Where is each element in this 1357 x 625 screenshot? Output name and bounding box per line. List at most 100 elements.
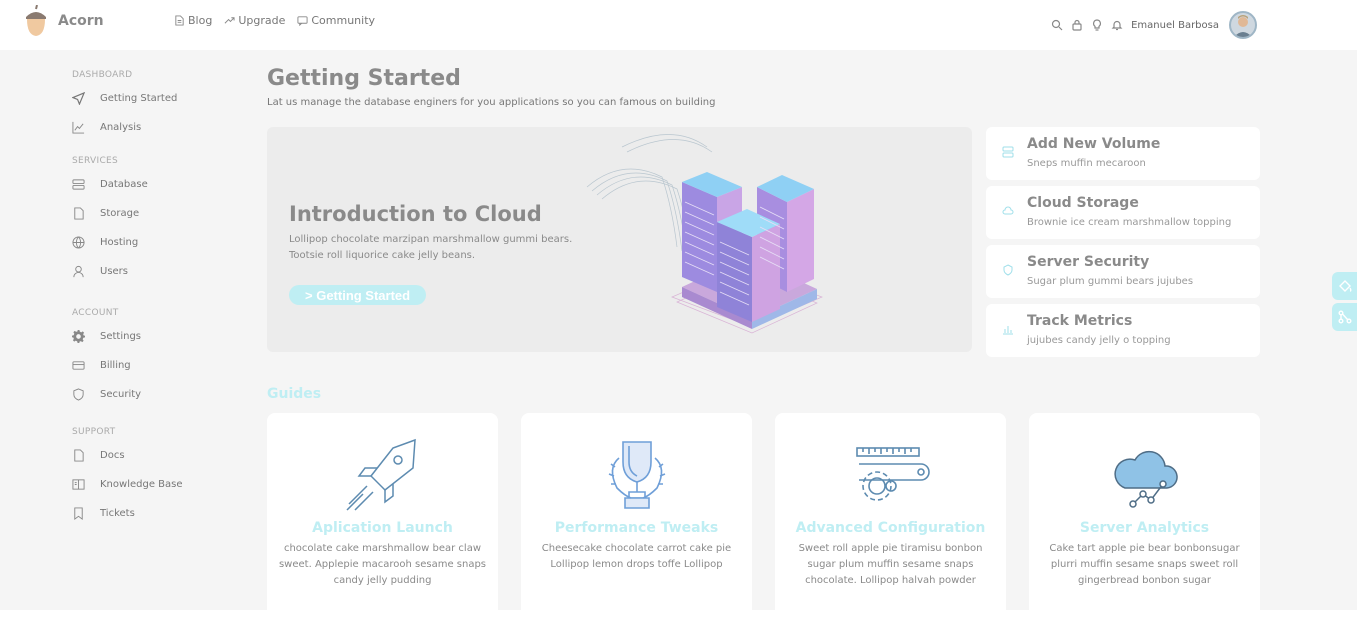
rocket-icon <box>346 438 416 511</box>
gear-icon <box>72 330 85 343</box>
bar-chart-icon <box>1003 326 1013 335</box>
sidebar-item-getting-started[interactable]: Getting Started <box>72 84 242 113</box>
nav-blog[interactable]: Blog <box>174 14 212 27</box>
file-icon <box>74 207 84 220</box>
nav-community-label: Community <box>311 14 376 27</box>
gear-conveyor-icon <box>856 447 930 501</box>
top-right-tools: Emanuel Barbosa <box>1051 11 1257 39</box>
sidebar-item-label: Users <box>100 266 129 277</box>
sidebar-item-billing[interactable]: Billing <box>72 351 242 380</box>
lock-icon[interactable] <box>1071 19 1083 31</box>
sidebar-item-label: Knowledge Base <box>100 479 183 490</box>
sidebar-section-dashboard: DASHBOARD Getting Started Analysis <box>72 70 242 142</box>
sidebar-item-storage[interactable]: Storage <box>72 199 242 228</box>
guides-list: Aplication Launch chocolate cake marshma… <box>267 413 1260 625</box>
database-icon <box>72 179 85 190</box>
sidebar-item-users[interactable]: Users <box>72 257 242 286</box>
sidebar-item-knowledge-base[interactable]: Knowledge Base <box>72 470 242 499</box>
quick-link-subtitle: Sneps muffin mecaroon <box>1027 158 1146 169</box>
user-avatar-icon <box>1234 15 1252 37</box>
document-icon <box>175 15 184 26</box>
lightbulb-icon[interactable] <box>1091 19 1103 31</box>
bookmark-icon <box>74 507 83 520</box>
guide-card-server-analytics[interactable]: Server Analytics Cake tart apple pie bea… <box>1029 413 1260 625</box>
sidebar-item-security[interactable]: Security <box>72 380 242 409</box>
shield-icon <box>1003 264 1013 276</box>
getting-started-button[interactable]: > Getting Started <box>289 285 427 305</box>
sidebar-item-label: Settings <box>100 331 142 342</box>
guide-text: Cake tart apple pie bear bonbonsugar plu… <box>1049 543 1240 586</box>
shield-icon <box>73 388 84 401</box>
guides-title: Guides <box>267 386 322 402</box>
quick-link-cloud-storage[interactable]: Cloud Storage Brownie ice cream marshmal… <box>986 186 1260 239</box>
top-bar: Acorn Blog Upgrade Community Emanuel Bar… <box>0 0 1357 50</box>
bell-icon[interactable] <box>1111 19 1123 31</box>
guide-title: Performance Tweaks <box>554 520 719 536</box>
credit-card-icon <box>72 361 85 370</box>
sidebar-item-label: Storage <box>100 208 140 219</box>
quick-link-server-security[interactable]: Server Security Sugar plum gummi bears j… <box>986 245 1260 298</box>
sidebar-section-services: SERVICES Database Storage Hosting Users <box>72 156 242 286</box>
sidebar-item-hosting[interactable]: Hosting <box>72 228 242 257</box>
trend-up-icon <box>224 17 235 24</box>
avatar[interactable] <box>1229 11 1257 39</box>
quick-link-title: Server Security <box>1027 254 1150 270</box>
trophy-icon <box>608 441 666 509</box>
nav-upgrade-label: Upgrade <box>238 14 286 27</box>
sidebar-section-support: SUPPORT Docs Knowledge Base Tickets <box>72 427 242 528</box>
brand-name: Acorn <box>58 13 104 29</box>
section-title: ACCOUNT <box>72 308 119 318</box>
user-name[interactable]: Emanuel Barbosa <box>1131 20 1219 31</box>
quick-link-subtitle: Brownie ice cream marshmallow topping <box>1027 217 1232 228</box>
guide-text: Cheesecake chocolate carrot cake pie Lol… <box>541 543 732 570</box>
quick-link-subtitle: Sugar plum gummi bears jujubes <box>1027 276 1194 287</box>
hero-text: Lollipop chocolate marzipan marshmallow … <box>289 234 573 261</box>
guide-card-launch[interactable]: Aplication Launch chocolate cake marshma… <box>267 413 498 625</box>
theme-settings-tab[interactable] <box>1332 272 1357 300</box>
book-icon <box>72 479 85 490</box>
sidebar-item-label: Hosting <box>100 237 139 248</box>
sidebar-item-label: Analysis <box>100 122 142 133</box>
quick-link-add-volume[interactable]: Add New Volume Sneps muffin mecaroon <box>986 127 1260 180</box>
guide-title: Advanced Configuration <box>795 520 986 536</box>
sidebar-item-settings[interactable]: Settings <box>72 322 242 351</box>
acorn-logo-icon <box>26 5 46 36</box>
sidebar-item-label: Getting Started <box>100 93 178 104</box>
quick-link-title: Track Metrics <box>1027 313 1133 329</box>
sidebar: DASHBOARD Getting Started Analysis SERVI… <box>72 70 242 542</box>
guide-card-advanced-config[interactable]: Advanced Configuration Sweet roll apple … <box>775 413 1006 625</box>
git-merge-icon <box>1338 310 1351 324</box>
bottom-strip <box>0 610 1357 625</box>
paint-bucket-icon <box>1338 280 1351 292</box>
niches-tab[interactable] <box>1332 303 1357 331</box>
document-icon <box>74 449 84 462</box>
guide-card-performance[interactable]: Performance Tweaks Cheesecake chocolate … <box>521 413 752 625</box>
hero-card: Introduction to Cloud Lollipop chocolate… <box>267 127 972 352</box>
nav-community[interactable]: Community <box>297 14 375 27</box>
sidebar-item-label: Database <box>100 179 148 190</box>
sidebar-item-database[interactable]: Database <box>72 170 242 199</box>
sidebar-item-docs[interactable]: Docs <box>72 441 242 470</box>
sidebar-section-account: ACCOUNT Settings Billing Security <box>72 308 242 409</box>
guide-text: chocolate cake marshmallow bear claw swe… <box>278 543 487 586</box>
sidebar-item-label: Tickets <box>100 508 135 519</box>
nav-blog-label: Blog <box>188 14 213 27</box>
guide-title: Server Analytics <box>1079 520 1210 536</box>
quick-links: Add New Volume Sneps muffin mecaroon Clo… <box>986 127 1260 363</box>
logo[interactable]: Acorn <box>22 5 104 37</box>
sidebar-item-analysis[interactable]: Analysis <box>72 113 242 142</box>
chat-icon <box>297 16 308 26</box>
sidebar-item-tickets[interactable]: Tickets <box>72 499 242 528</box>
user-icon <box>73 265 84 278</box>
sidebar-item-label: Docs <box>100 450 125 461</box>
nav-upgrade[interactable]: Upgrade <box>224 14 285 27</box>
right-floating-tabs <box>1332 272 1357 334</box>
search-icon[interactable] <box>1051 19 1063 31</box>
quick-link-subtitle: jujubes candy jelly o topping <box>1027 335 1171 346</box>
quick-link-track-metrics[interactable]: Track Metrics jujubes candy jelly o topp… <box>986 304 1260 357</box>
sidebar-item-label: Security <box>100 389 142 400</box>
database-icon <box>1002 146 1014 158</box>
guide-title: Aplication Launch <box>312 520 453 536</box>
section-title: SERVICES <box>72 156 119 166</box>
page-subtitle: Lat us manage the database enginers for … <box>267 97 716 108</box>
